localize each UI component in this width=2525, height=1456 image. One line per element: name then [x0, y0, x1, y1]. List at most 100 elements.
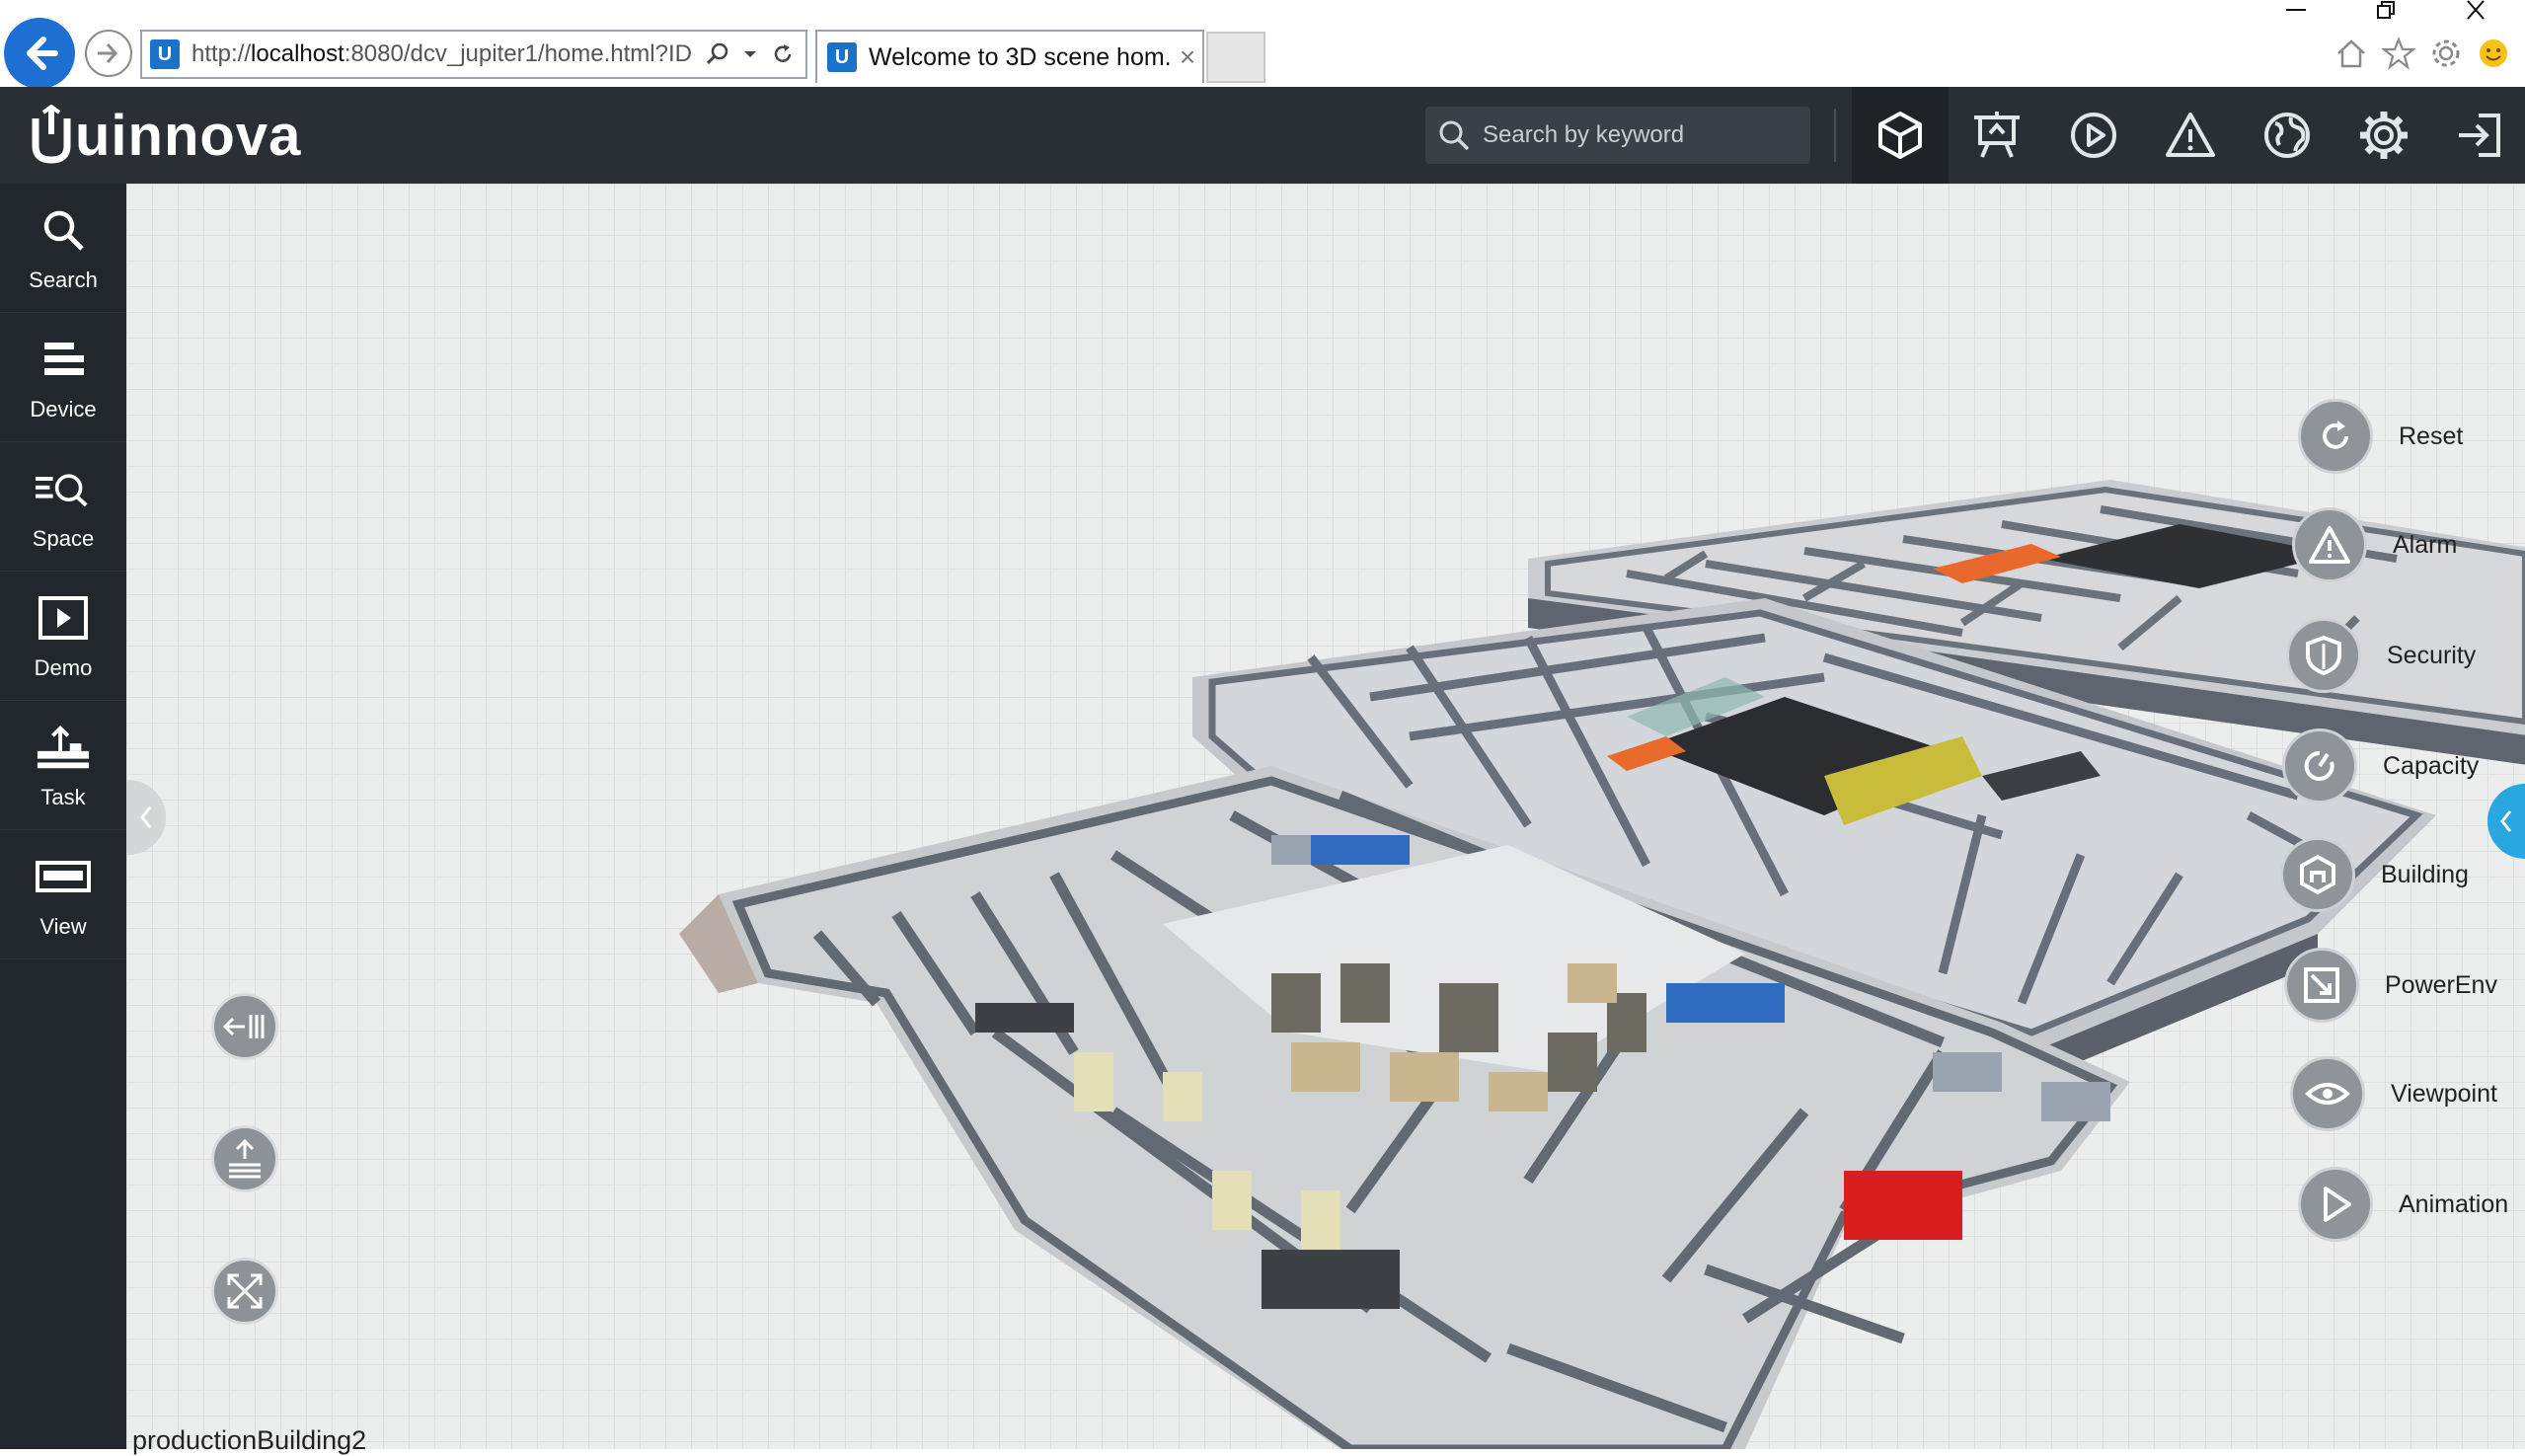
header-divider: [1834, 109, 1836, 162]
sidebar-item-label: Space: [32, 526, 95, 551]
warning-icon: [2166, 113, 2215, 157]
app-header: uinnova: [0, 87, 2525, 184]
globe-button[interactable]: [2239, 87, 2335, 184]
left-sidebar: Search Device Space Demo Task View: [0, 184, 126, 1449]
board-icon: [1974, 112, 2020, 158]
sidebar-item-label: Demo: [34, 655, 93, 680]
chevron-left-icon: [140, 806, 152, 828]
3d-viewport[interactable]: [126, 184, 2525, 1449]
scene-cube-icon: [1878, 112, 1922, 159]
browser-forward-button[interactable]: [85, 30, 132, 77]
alarm-label: Alarm: [2393, 530, 2458, 559]
home-icon[interactable]: [2332, 34, 2371, 73]
alarm-button[interactable]: Alarm: [2292, 505, 2457, 584]
arrow-right-icon: [98, 43, 118, 63]
sidebar-item-label: Device: [30, 397, 97, 421]
floor-stack-button[interactable]: [211, 1125, 278, 1192]
settings-button[interactable]: [2335, 87, 2432, 184]
browser-chrome: U http://localhost:8080/dcv_jupiter1/hom…: [0, 0, 2525, 89]
uinnova-logo-icon: [32, 105, 71, 164]
gear-icon: [2360, 112, 2408, 159]
fire-suppression-tanks: [1844, 1171, 1962, 1240]
sidebar-item-label: Search: [29, 268, 98, 292]
capacity-label: Capacity: [2383, 751, 2480, 780]
refresh-icon[interactable]: [766, 38, 800, 71]
address-bar[interactable]: U http://localhost:8080/dcv_jupiter1/hom…: [140, 30, 807, 79]
reset-button[interactable]: Reset: [2298, 397, 2463, 476]
power-env-label: PowerEnv: [2385, 970, 2497, 999]
brand-logo[interactable]: uinnova: [30, 101, 301, 170]
arrow-left-icon: [27, 37, 58, 70]
chevron-left-icon: [2500, 810, 2512, 832]
floor-split-button[interactable]: [211, 993, 278, 1060]
tab-title: Welcome to 3D scene hom...: [869, 42, 1173, 71]
alarm-icon: [2292, 507, 2367, 582]
sidebar-item-demo[interactable]: Demo: [0, 572, 126, 700]
fullscreen-button[interactable]: [211, 1258, 278, 1325]
logout-icon: [2459, 114, 2500, 157]
settings-gear-icon[interactable]: [2426, 34, 2466, 73]
device-icon: [36, 332, 91, 387]
reset-icon: [2298, 399, 2373, 474]
dropdown-arrow-icon[interactable]: [740, 38, 760, 71]
viewpoint-label: Viewpoint: [2391, 1079, 2497, 1108]
fullscreen-icon: [227, 1273, 263, 1309]
building-icon: [2280, 837, 2355, 912]
globe-icon: [2264, 113, 2310, 158]
favorites-star-icon[interactable]: [2379, 34, 2418, 73]
new-tab-button[interactable]: [1206, 32, 1265, 83]
security-icon: [2286, 618, 2361, 693]
play-icon: [2071, 113, 2116, 158]
building-label: Building: [2381, 860, 2469, 888]
site-favicon-icon: U: [150, 39, 180, 69]
view-icon: [36, 849, 91, 904]
minimize-icon[interactable]: [2268, 0, 2328, 20]
scene-name-label: productionBuilding2: [132, 1425, 367, 1455]
security-button[interactable]: Security: [2286, 616, 2476, 695]
demo-icon: [36, 590, 91, 646]
capacity-button[interactable]: Capacity: [2282, 727, 2479, 805]
sidebar-item-space[interactable]: Space: [0, 442, 126, 571]
power-env-button[interactable]: PowerEnv: [2284, 946, 2497, 1025]
animation-icon: [2298, 1167, 2373, 1242]
search-icon: [1439, 120, 1470, 151]
brand-name: uinnova: [75, 103, 302, 168]
sidebar-item-search[interactable]: Search: [0, 184, 126, 312]
sidebar-divider: [0, 958, 126, 959]
tab-close-icon[interactable]: ×: [1173, 41, 1202, 73]
floor-stack-icon: [229, 1138, 261, 1179]
address-url[interactable]: http://localhost:8080/dcv_jupiter1/home.…: [191, 40, 701, 68]
tab-favicon-icon: U: [827, 42, 857, 72]
3d-building-scene[interactable]: [126, 184, 2525, 1449]
sidebar-item-task[interactable]: Task: [0, 701, 126, 829]
window-close-icon[interactable]: [2446, 0, 2505, 20]
security-label: Security: [2387, 641, 2477, 669]
scene-cube-button[interactable]: [1852, 87, 1949, 184]
search-input[interactable]: [1483, 121, 1810, 149]
sidebar-item-label: View: [39, 914, 87, 939]
sidebar-item-view[interactable]: View: [0, 830, 126, 958]
power-env-icon: [2284, 948, 2359, 1023]
play-button[interactable]: [2045, 87, 2142, 184]
reset-label: Reset: [2399, 421, 2464, 450]
viewpoint-icon: [2290, 1056, 2365, 1131]
task-icon: [36, 720, 91, 775]
viewpoint-button[interactable]: Viewpoint: [2290, 1054, 2497, 1133]
animation-label: Animation: [2399, 1189, 2509, 1218]
board-button[interactable]: [1949, 87, 2045, 184]
search-box[interactable]: [1425, 107, 1810, 164]
building-button[interactable]: Building: [2280, 835, 2469, 914]
logout-button[interactable]: [2432, 87, 2525, 184]
restore-icon[interactable]: [2357, 0, 2416, 20]
floor-split-icon: [223, 1015, 265, 1038]
warning-button[interactable]: [2142, 87, 2239, 184]
search-icon: [36, 202, 91, 258]
animation-button[interactable]: Animation: [2298, 1165, 2508, 1244]
search-icon[interactable]: [701, 38, 734, 71]
browser-tab[interactable]: U Welcome to 3D scene hom... ×: [815, 30, 1204, 83]
capacity-icon: [2282, 728, 2357, 804]
sidebar-item-device[interactable]: Device: [0, 313, 126, 441]
smiley-feedback-icon[interactable]: [2474, 34, 2513, 73]
browser-back-button[interactable]: [4, 18, 75, 89]
space-icon: [36, 461, 91, 516]
